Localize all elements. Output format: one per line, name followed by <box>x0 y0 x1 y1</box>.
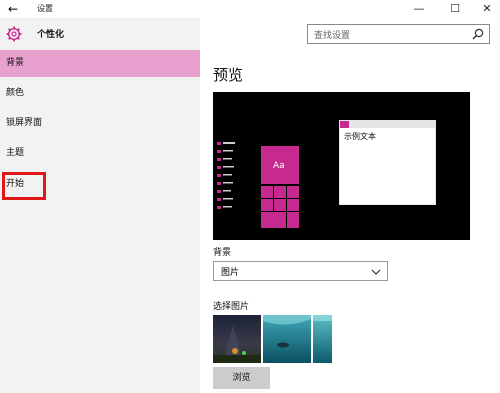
background-preview: Aa 示例文本 <box>213 92 470 240</box>
picture-thumbnail-night-sky[interactable] <box>213 315 261 363</box>
sidebar: 个性化 背景 颜色 锁屏界面 主题 开始 <box>0 18 200 393</box>
maximize-button[interactable]: ☐ <box>440 0 470 18</box>
sample-window-preview: 示例文本 <box>339 120 436 205</box>
start-tiles-preview: Aa <box>261 146 299 228</box>
picture-thumbnail-underwater[interactable] <box>263 315 311 363</box>
section-title: 个性化 <box>37 30 65 40</box>
sidebar-item-background[interactable]: 背景 <box>0 50 200 77</box>
page-title: 预览 <box>213 66 244 84</box>
search-icon[interactable] <box>472 28 484 40</box>
title-bar: ← 设置 — ☐ ✕ <box>0 0 500 18</box>
red-highlight-box <box>2 172 46 200</box>
choose-picture-label: 选择图片 <box>213 302 250 312</box>
browse-button[interactable]: 浏览 <box>213 367 270 389</box>
search-placeholder: 查找设置 <box>314 31 351 41</box>
sidebar-item-themes[interactable]: 主题 <box>0 140 200 167</box>
minimize-button[interactable]: — <box>404 0 434 18</box>
gear-icon <box>6 26 22 42</box>
search-input[interactable]: 查找设置 <box>307 24 490 44</box>
background-label: 背景 <box>213 248 232 258</box>
window-title: 设置 <box>37 4 53 13</box>
background-type-select[interactable]: 图片 <box>213 261 388 281</box>
sidebar-item-colors[interactable]: 颜色 <box>0 80 200 107</box>
sidebar-item-lock-screen[interactable]: 锁屏界面 <box>0 110 200 137</box>
background-type-value: 图片 <box>221 268 240 278</box>
close-button[interactable]: ✕ <box>472 0 500 18</box>
sample-window-titlebar <box>340 121 435 128</box>
picture-thumbnail-sea[interactable] <box>313 315 332 363</box>
chevron-down-icon <box>371 269 381 275</box>
sample-window-accent <box>340 121 349 128</box>
sample-text: 示例文本 <box>344 132 376 141</box>
tile-label: Aa <box>273 161 285 171</box>
back-arrow-icon[interactable]: ← <box>8 1 18 17</box>
start-menu-list-preview <box>217 142 235 209</box>
